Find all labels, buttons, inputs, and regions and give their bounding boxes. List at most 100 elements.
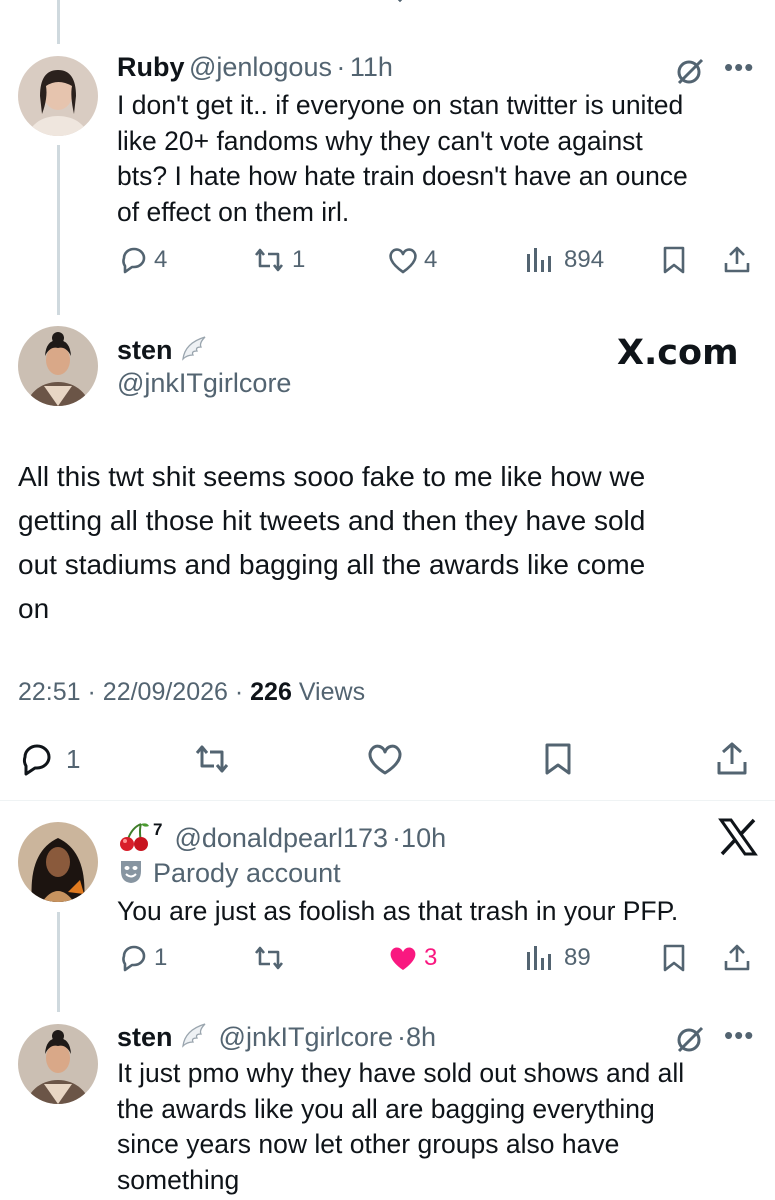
views-count: 89 [564,944,591,971]
heart-filled-icon [390,947,416,970]
views-button[interactable]: 89 [524,942,591,974]
repost-button[interactable] [250,942,288,974]
repost-icon [254,946,284,970]
reply-icon [122,945,146,972]
bookmark-icon [663,246,685,274]
heart-icon [389,248,417,274]
share-button[interactable] [722,244,752,276]
text-line: I don't get it.. if everyone on stan twi… [117,90,684,120]
x-logo-icon [718,818,758,861]
angel-wing-icon [179,333,209,368]
avatar[interactable] [18,1024,98,1104]
reply-count: 1 [66,743,81,774]
text-line: It just pmo why they have sold out shows… [117,1058,685,1088]
tweet-timestamp: 22:51 · 22/09/2026 · 226 Views [18,678,365,707]
reply-count: 1 [154,944,168,971]
angel-wing-icon [179,1020,209,1055]
timestamp[interactable]: 11h [350,52,393,82]
bookmark-icon [545,743,571,775]
tweet-text: You are just as foolish as that trash in… [117,896,679,926]
parody-account-text: Parody account [153,858,341,888]
more-options-icon[interactable]: ••• [724,1020,754,1051]
thread-line [57,145,60,315]
divider [0,800,775,801]
handle[interactable]: @jnkITgirlcore [117,368,291,399]
views-button[interactable]: 894 [524,244,604,276]
display-name[interactable]: Ruby [117,52,185,82]
avatar[interactable] [18,326,98,406]
timestamp[interactable]: 8h [406,1022,436,1053]
like-count: 3 [424,944,438,971]
tweet-header: sten @jnkITgirlcore · 8h [117,1020,436,1055]
heart-icon [368,744,402,775]
like-button[interactable]: 3 [386,942,437,974]
reply-icon [122,247,146,274]
bookmark-button[interactable] [660,244,688,276]
display-name[interactable]: 7 [153,820,162,840]
reply-button[interactable]: 1 [18,740,80,778]
views-label: Views [298,678,366,706]
grok-icon[interactable] [675,1024,705,1059]
separator: · [396,1022,406,1052]
parody-label: Parody account [117,857,341,890]
more-options-icon[interactable]: ••• [724,52,754,83]
text-line: on [18,593,50,624]
bookmark-button[interactable] [541,741,575,777]
repost-button[interactable] [190,741,234,777]
thread-line [57,912,60,1012]
text-line: something [117,1164,240,1195]
views-icon [527,248,551,272]
repost-button[interactable]: 1 [250,244,305,276]
repost-icon [254,248,284,272]
separator: · [336,52,346,82]
tweet-header: 7 @donaldpearl173 · 10h [117,820,446,857]
repost-icon [195,745,229,773]
like-button[interactable] [364,741,406,777]
share-icon [724,246,750,273]
tweet-header: Ruby @jenlogous · 11h [117,52,393,83]
avatar[interactable] [18,822,98,902]
cherry-icon [117,820,151,857]
reply-icon [23,744,51,776]
theater-mask-icon [117,857,145,890]
handle[interactable]: @jnkITgirlcore [219,1022,393,1053]
handle[interactable]: @donaldpearl173 [174,823,388,854]
repost-count: 1 [292,246,306,273]
text-line: since years now let other groups also ha… [117,1129,620,1159]
display-name[interactable]: sten [117,335,173,366]
share-icon [724,944,750,971]
text-line: the awards like you all are bagging ever… [117,1093,655,1124]
share-button[interactable] [722,942,752,974]
bookmark-icon [663,944,685,972]
like-count: 4 [424,246,438,273]
avatar[interactable] [18,56,98,136]
post-date[interactable]: 22/09/2026 [103,678,228,706]
grok-icon[interactable] [675,56,705,91]
like-button[interactable]: 4 [386,244,437,276]
views-count: 894 [564,246,605,273]
reply-button[interactable]: 4 [118,244,167,276]
share-button[interactable] [714,740,750,778]
views-count[interactable]: 226 [250,678,292,706]
thread-line-top [57,0,60,44]
separator: · [392,823,402,853]
text-line: getting all those hit tweets and then th… [18,505,646,536]
bookmark-button[interactable] [660,942,688,974]
post-time[interactable]: 22:51 [18,678,81,706]
display-name[interactable]: sten [117,1022,173,1053]
reply-button[interactable]: 1 [118,942,167,974]
cutoff-action-row [110,0,760,4]
reply-count: 4 [154,246,168,273]
display-name-row: sten [117,333,209,368]
views-icon [527,946,551,970]
text-line: like 20+ fandoms why they can't vote aga… [117,125,643,156]
text-line: All this twt shit seems sooo fake to me … [18,461,646,492]
text-line: out stadiums and bagging all the awards … [18,549,646,580]
share-icon [717,742,747,775]
handle[interactable]: @jenlogous [189,52,332,82]
text-line: of effect on them irl. [117,196,350,227]
tweet-text: It just pmo why they have sold out shows… [117,1056,757,1198]
tweet-text: I don't get it.. if everyone on stan twi… [117,88,757,230]
timestamp[interactable]: 10h [401,823,446,854]
separator: · [234,678,244,706]
